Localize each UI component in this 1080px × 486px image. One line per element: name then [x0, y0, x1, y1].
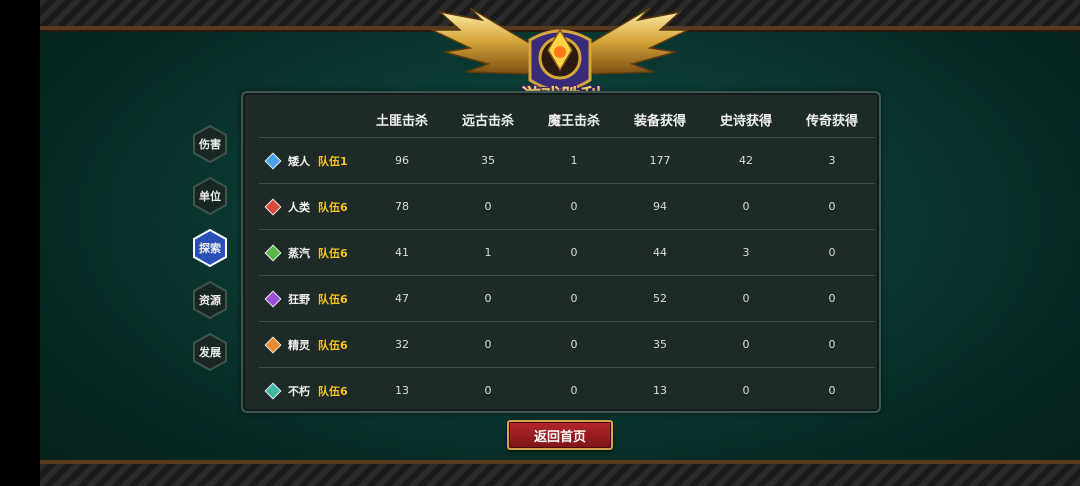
cell-ancient-kills: 0 [445, 275, 531, 322]
cell-bandit-kills: 47 [359, 275, 445, 322]
cell-bandit-kills: 78 [359, 183, 445, 230]
cell-ancient-kills: 0 [445, 367, 531, 413]
cell-legendary-gained: 0 [789, 275, 875, 322]
player-cell: 人类 队伍6 [259, 183, 359, 230]
cell-legendary-gained: 0 [789, 321, 875, 368]
cell-epic-gained: 0 [703, 321, 789, 368]
tab-damage[interactable]: 伤害 [192, 124, 228, 164]
cell-bandit-kills: 32 [359, 321, 445, 368]
tab-label: 单位 [199, 190, 221, 203]
header-epic-gained: 史诗获得 [719, 113, 772, 129]
header-demon-king-kills: 魔王击杀 [547, 113, 600, 129]
race-gem-icon [264, 198, 282, 215]
cell-equipment-gained: 52 [617, 275, 703, 322]
cell-epic-gained: 0 [703, 367, 789, 413]
team-name: 队伍6 [318, 384, 348, 398]
race-name: 人类 [288, 200, 310, 214]
cell-bandit-kills: 96 [359, 137, 445, 184]
tab-resources[interactable]: 资源 [192, 280, 228, 320]
race-name: 不朽 [288, 384, 310, 398]
tab-development[interactable]: 发展 [192, 332, 228, 372]
stats-table: 土匪击杀 远古击杀 魔王击杀 装备获得 史诗获得 传奇获得 矮人 队伍1 96 35 1… [259, 101, 875, 413]
player-cell: 狂野 队伍6 [259, 275, 359, 322]
bottom-frame [40, 460, 1080, 486]
cell-demon-king-kills: 0 [531, 275, 617, 322]
table-row: 蒸汽 队伍6 41 1 0 44 3 0 [259, 229, 875, 276]
player-cell: 不朽 队伍6 [259, 367, 359, 413]
cell-ancient-kills: 0 [445, 321, 531, 368]
header-ancient-kills: 远古击杀 [461, 113, 514, 129]
team-name: 队伍6 [318, 200, 348, 214]
team-name: 队伍6 [318, 246, 348, 260]
table-row: 不朽 队伍6 13 0 0 13 0 0 [259, 367, 875, 413]
team-name: 队伍6 [318, 338, 348, 352]
player-cell: 矮人 队伍1 [259, 137, 359, 184]
cell-ancient-kills: 0 [445, 183, 531, 230]
cell-demon-king-kills: 0 [531, 229, 617, 276]
cell-bandit-kills: 41 [359, 229, 445, 276]
cell-legendary-gained: 0 [789, 183, 875, 230]
cell-legendary-gained: 3 [789, 137, 875, 184]
cell-legendary-gained: 0 [789, 367, 875, 413]
tab-label: 发展 [199, 346, 221, 359]
cell-epic-gained: 42 [703, 137, 789, 184]
return-home-button[interactable]: 返回首页 [507, 420, 613, 450]
cell-epic-gained: 3 [703, 229, 789, 276]
cell-equipment-gained: 177 [617, 137, 703, 184]
tab-units[interactable]: 单位 [192, 176, 228, 216]
cell-equipment-gained: 94 [617, 183, 703, 230]
cell-bandit-kills: 13 [359, 367, 445, 413]
cell-legendary-gained: 0 [789, 229, 875, 276]
cell-equipment-gained: 44 [617, 229, 703, 276]
cell-epic-gained: 0 [703, 183, 789, 230]
race-gem-icon [264, 244, 282, 261]
table-header-row: 土匪击杀 远古击杀 魔王击杀 装备获得 史诗获得 传奇获得 [259, 101, 875, 138]
cell-demon-king-kills: 0 [531, 367, 617, 413]
race-gem-icon [264, 290, 282, 307]
header-legendary-gained: 传奇获得 [805, 113, 858, 129]
cell-demon-king-kills: 0 [531, 183, 617, 230]
cell-ancient-kills: 1 [445, 229, 531, 276]
cell-equipment-gained: 13 [617, 367, 703, 413]
cell-ancient-kills: 35 [445, 137, 531, 184]
header-blank [259, 101, 359, 138]
stats-panel: 土匪击杀 远古击杀 魔王击杀 装备获得 史诗获得 传奇获得 矮人 队伍1 96 35 1… [241, 91, 881, 413]
tab-exploration[interactable]: 探索 [192, 228, 228, 268]
team-name: 队伍1 [318, 154, 348, 168]
table-row: 人类 队伍6 78 0 0 94 0 0 [259, 183, 875, 230]
player-cell: 精灵 队伍6 [259, 321, 359, 368]
game-stage: 游戏胜利 伤害单位探索资源发展 土匪击杀 远古击杀 魔王击杀 装备获得 史诗获得… [40, 0, 1080, 486]
race-name: 精灵 [288, 338, 310, 352]
table-row: 精灵 队伍6 32 0 0 35 0 0 [259, 321, 875, 368]
cell-demon-king-kills: 0 [531, 321, 617, 368]
tab-label: 伤害 [199, 138, 221, 151]
cell-equipment-gained: 35 [617, 321, 703, 368]
race-name: 蒸汽 [288, 246, 310, 260]
player-cell: 蒸汽 队伍6 [259, 229, 359, 276]
tab-label: 探索 [199, 242, 221, 255]
race-gem-icon [264, 336, 282, 353]
cell-demon-king-kills: 1 [531, 137, 617, 184]
race-gem-icon [264, 152, 282, 169]
cell-epic-gained: 0 [703, 275, 789, 322]
race-name: 矮人 [288, 154, 310, 168]
header-equipment-gained: 装备获得 [633, 113, 686, 129]
header-bandit-kills: 土匪击杀 [375, 113, 428, 129]
race-gem-icon [264, 382, 282, 399]
race-name: 狂野 [288, 292, 310, 306]
table-row: 矮人 队伍1 96 35 1 177 42 3 [259, 137, 875, 184]
team-name: 队伍6 [318, 292, 348, 306]
table-row: 狂野 队伍6 47 0 0 52 0 0 [259, 275, 875, 322]
tab-label: 资源 [199, 294, 221, 307]
